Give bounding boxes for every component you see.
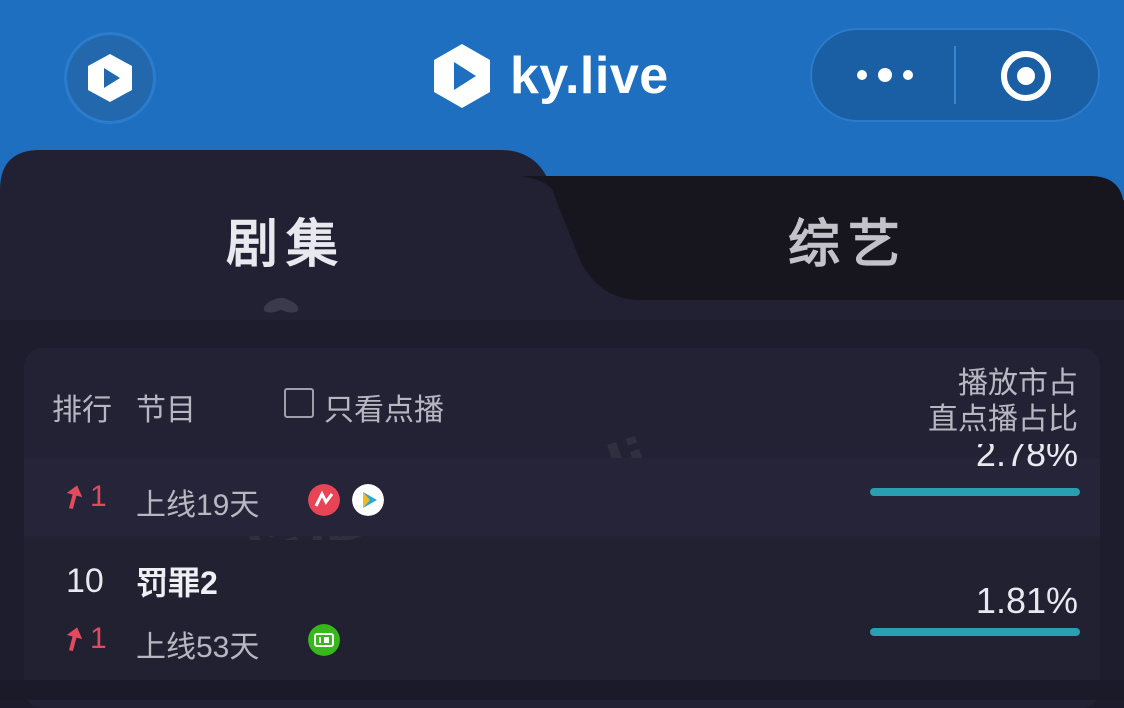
share-bar (870, 488, 1080, 496)
home-logo-button[interactable] (64, 32, 156, 124)
row-percent: 2.78% (975, 444, 1078, 474)
rank-change-value: 1 (90, 480, 107, 513)
rank-number: 10 (66, 562, 104, 600)
target-circle-icon[interactable] (998, 48, 1054, 104)
row-percent: 1.81% (975, 580, 1078, 621)
rank-change-value: 1 (90, 622, 107, 655)
column-program: 节目 (136, 394, 196, 427)
on-demand-checkbox[interactable] (284, 388, 314, 418)
tab-variety[interactable]: 综艺 (788, 202, 908, 277)
rank-up-arrow-icon (66, 485, 83, 510)
ky-logo-icon (434, 44, 490, 108)
tab-drama[interactable]: 剧集 (226, 202, 346, 277)
tencent-video-icon (352, 484, 384, 516)
rank-change: 1 (64, 622, 107, 656)
online-days: 上线53天 (136, 631, 260, 664)
next-row-edge (0, 680, 1124, 700)
capsule-divider (954, 46, 956, 104)
more-dots-icon[interactable] (850, 58, 920, 92)
online-days: 上线19天 (136, 489, 260, 522)
mgtv-icon (308, 484, 340, 516)
column-rank: 排行 (52, 394, 112, 427)
on-demand-filter-label[interactable]: 只看点播 (324, 385, 444, 429)
rank-change: 1 (64, 480, 107, 514)
share-bar (870, 628, 1080, 636)
mini-program-capsule (810, 28, 1100, 122)
brand-name: ky.live (510, 47, 669, 105)
column-market-share-line2: 直点播占比 (928, 403, 1078, 436)
tab-bar: 剧集 综艺 (0, 150, 1124, 320)
iqiyi-icon (308, 624, 340, 656)
program-title[interactable]: 罚罪2 (136, 558, 218, 604)
rank-up-arrow-icon (66, 627, 83, 652)
column-market-share-line1: 播放市占 (958, 367, 1078, 400)
column-market-share: 播放市占 直点播占比 (928, 366, 1078, 438)
ky-logo-icon (88, 54, 132, 102)
brand: ky.live (430, 38, 669, 114)
